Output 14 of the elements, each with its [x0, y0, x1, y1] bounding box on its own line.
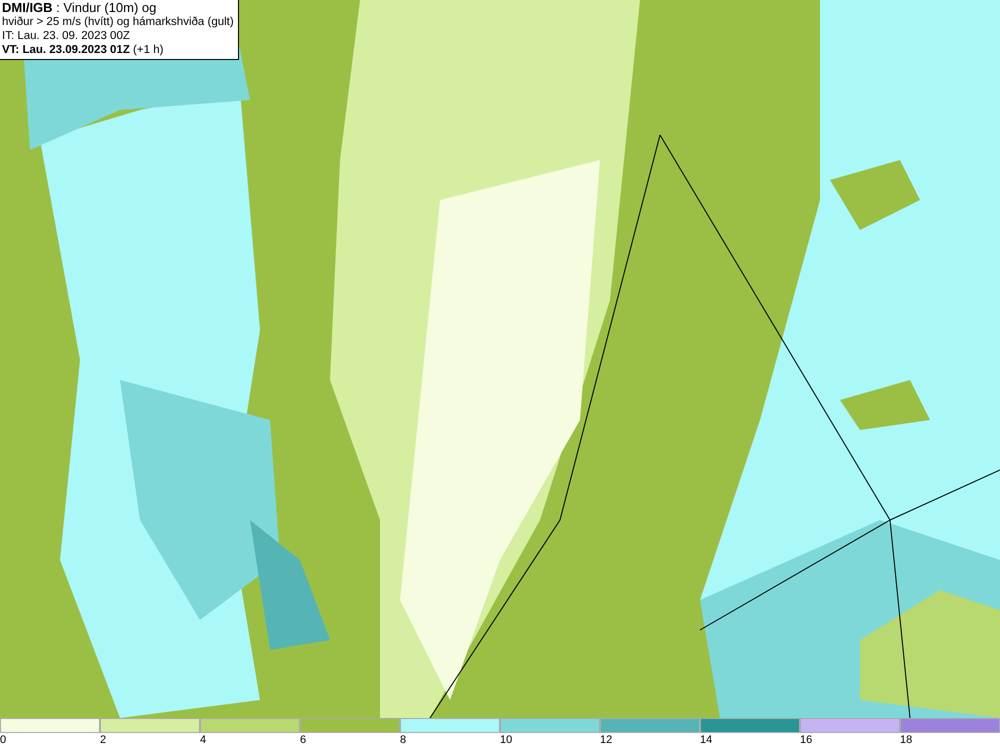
legend-label: 2	[100, 734, 106, 746]
legend-label: 18	[900, 734, 912, 746]
info-line: VT: Lau. 23.09.2023 01Z (+1 h)	[2, 43, 164, 57]
legend-label: 10	[500, 734, 512, 746]
info-line: IT: Lau. 23. 09. 2023 00Z	[2, 29, 131, 43]
info-line: hviður > 25 m/s (hvítt) og hámarkshviða (gult)	[2, 15, 234, 29]
legend-label: 12	[600, 734, 612, 746]
legend-label: 4	[200, 734, 206, 746]
legend-label: 14	[700, 734, 712, 746]
info-line: DMI/IGB : Vindur (10m) og	[2, 1, 158, 15]
legend-label: 16	[800, 734, 812, 746]
legend-label: 8	[400, 734, 406, 746]
legend-label: 0	[0, 734, 6, 746]
legend-label: 6	[300, 734, 306, 746]
